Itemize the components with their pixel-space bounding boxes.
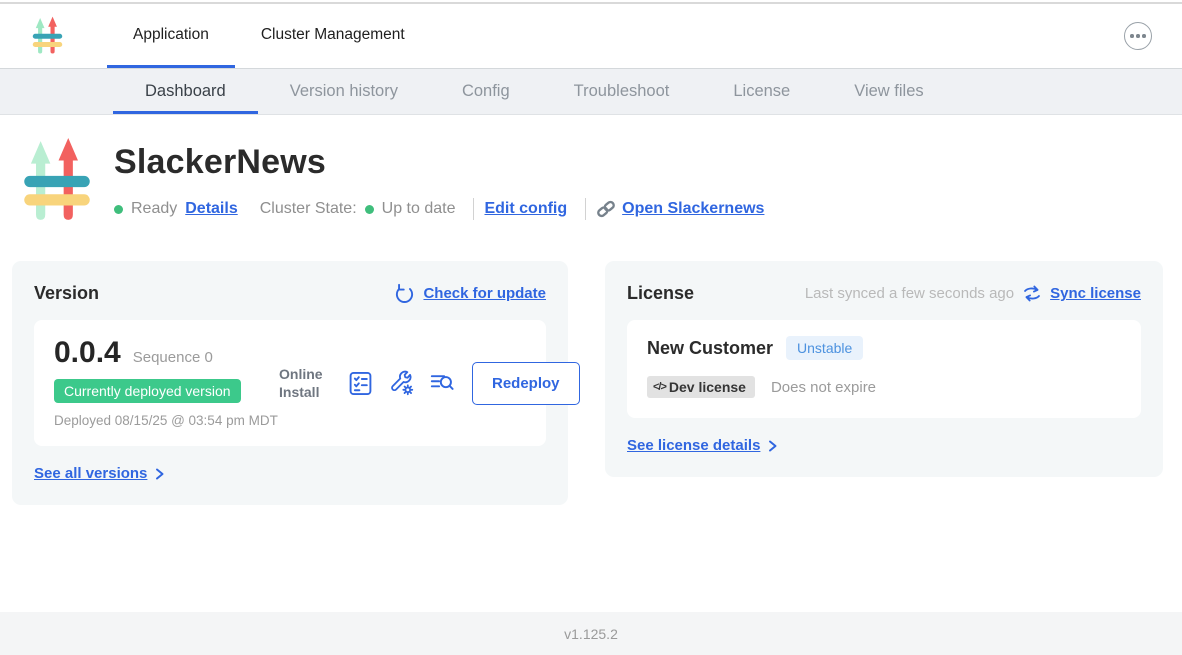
top-navbar: Application Cluster Management: [0, 4, 1182, 68]
channel-badge: Unstable: [786, 336, 863, 360]
edit-config-link[interactable]: Edit config: [484, 200, 567, 218]
deployed-badge: Currently deployed version: [54, 379, 241, 403]
cluster-state-label: Cluster State:: [260, 200, 357, 218]
deployed-timestamp: Deployed 08/15/25 @ 03:54 pm MDT: [54, 412, 279, 430]
details-link[interactable]: Details: [185, 200, 237, 218]
check-for-update-link[interactable]: Check for update: [423, 285, 546, 302]
cluster-state-value: Up to date: [382, 200, 456, 218]
tab-version-history[interactable]: Version history: [258, 69, 430, 114]
version-details: 0.0.4 Sequence 0 Currently deployed vers…: [54, 336, 279, 430]
tab-application-label: Application: [133, 26, 209, 44]
chain-link-icon: [596, 199, 616, 219]
refresh-icon: [394, 283, 415, 304]
version-card-title: Version: [34, 283, 99, 304]
deploy-logs-icon[interactable]: [429, 370, 456, 397]
divider: [473, 198, 474, 220]
app-status-text: Ready: [131, 200, 177, 218]
sync-icon: [1022, 284, 1042, 303]
license-type-badge: </> Dev license: [647, 376, 755, 398]
expiry-text: Does not expire: [771, 379, 876, 396]
last-synced-text: Last synced a few seconds ago: [805, 285, 1014, 302]
configure-icon[interactable]: [388, 370, 415, 397]
see-license-details-link[interactable]: See license details: [627, 437, 778, 454]
tab-cluster-management-label: Cluster Management: [261, 26, 405, 44]
divider: [585, 198, 586, 220]
license-card: License Last synced a few seconds ago Sy…: [605, 261, 1163, 477]
sequence-label: Sequence 0: [133, 349, 213, 366]
app-footer: v1.125.2: [0, 612, 1182, 655]
version-number: 0.0.4: [54, 336, 121, 370]
current-version-panel: 0.0.4 Sequence 0 Currently deployed vers…: [34, 320, 546, 446]
tab-license[interactable]: License: [701, 69, 822, 114]
brand-logo[interactable]: [30, 16, 65, 56]
slackernews-logo-icon: [30, 16, 65, 56]
cluster-state-dot: [365, 205, 374, 214]
redeploy-button[interactable]: Redeploy: [472, 362, 580, 405]
see-all-versions-link[interactable]: See all versions: [34, 465, 165, 482]
open-app-link[interactable]: Open Slackernews: [596, 199, 764, 219]
tab-config[interactable]: Config: [430, 69, 542, 114]
console-version: v1.125.2: [564, 626, 618, 642]
code-icon: </>: [653, 381, 666, 393]
license-card-title: License: [627, 283, 694, 304]
overflow-menu-button[interactable]: [1124, 22, 1152, 50]
tab-cluster-management[interactable]: Cluster Management: [235, 4, 431, 68]
sync-license-link[interactable]: Sync license: [1050, 285, 1141, 302]
preflight-checks-icon[interactable]: [347, 370, 374, 397]
tab-dashboard[interactable]: Dashboard: [113, 69, 258, 114]
version-card: Version Check for update 0.0.4 Sequence …: [12, 261, 568, 505]
install-type-label: Online Install: [279, 365, 331, 401]
customer-name: New Customer: [647, 338, 773, 359]
app-header: SlackerNews Ready Details Cluster State:…: [0, 115, 1182, 225]
tab-troubleshoot[interactable]: Troubleshoot: [542, 69, 702, 114]
dashboard-cards: Version Check for update 0.0.4 Sequence …: [0, 261, 1182, 505]
page-title: SlackerNews: [114, 143, 772, 182]
app-subnav: Dashboard Version history Config Trouble…: [0, 68, 1182, 115]
primary-tabs: Application Cluster Management: [107, 4, 431, 68]
ellipsis-icon: [1130, 34, 1134, 38]
license-panel: New Customer Unstable </> Dev license Do…: [627, 320, 1141, 418]
tab-view-files[interactable]: View files: [822, 69, 955, 114]
version-actions: Online Install: [279, 362, 580, 405]
app-status-dot: [114, 205, 123, 214]
app-logo: [18, 137, 96, 225]
app-info: SlackerNews Ready Details Cluster State:…: [114, 137, 772, 225]
chevron-right-icon: [767, 439, 778, 453]
status-row: Ready Details Cluster State: Up to date …: [114, 198, 772, 220]
chevron-right-icon: [154, 467, 165, 481]
tab-application[interactable]: Application: [107, 4, 235, 68]
